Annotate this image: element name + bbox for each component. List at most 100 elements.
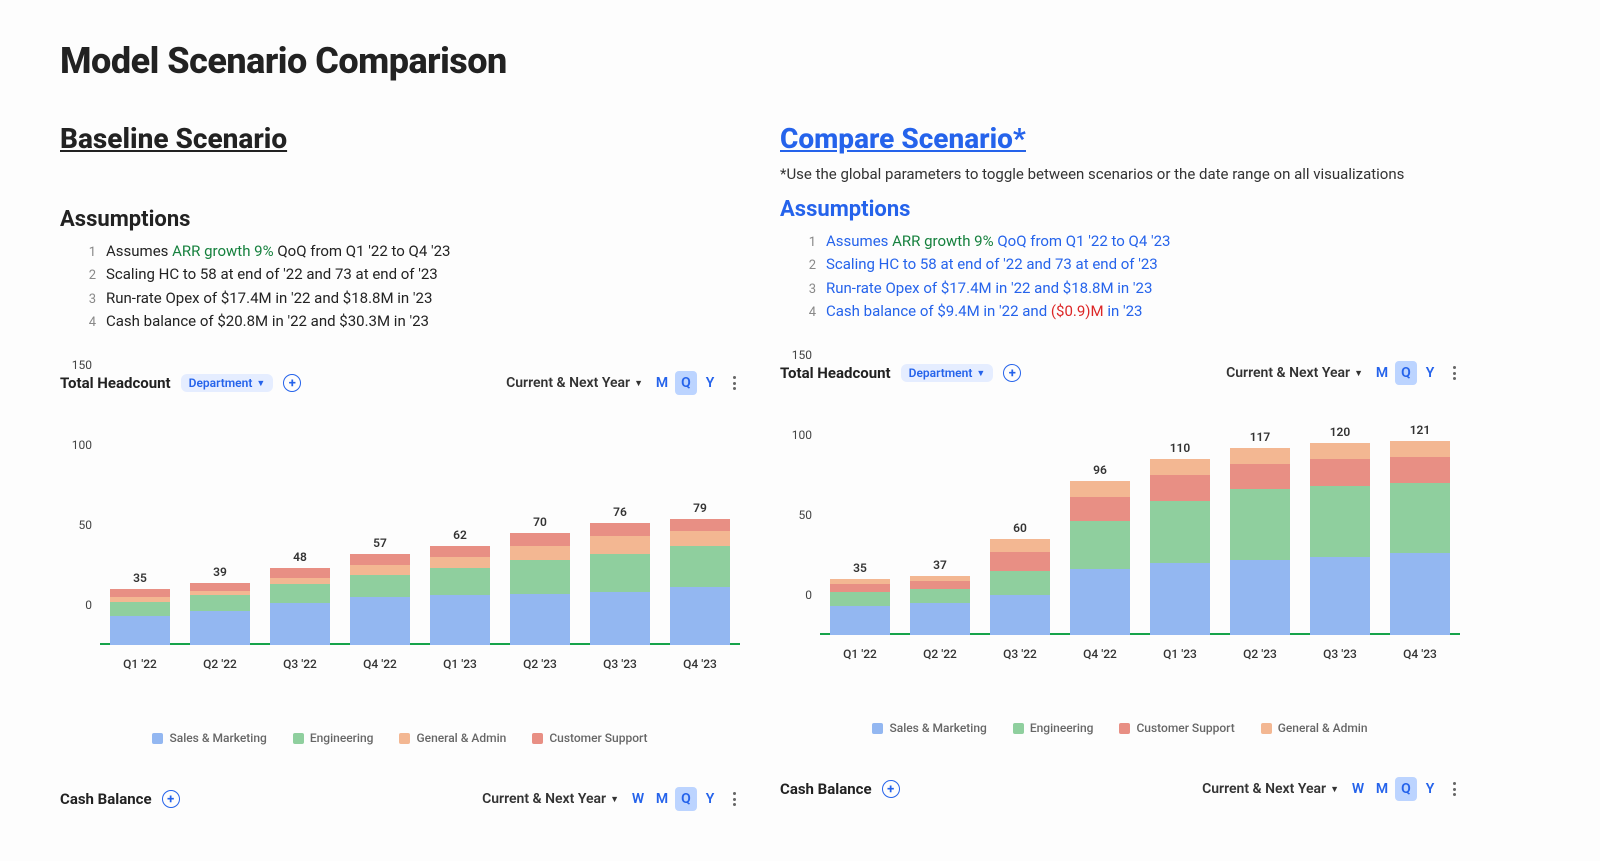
caret-down-icon: ▼ bbox=[1330, 784, 1339, 795]
legend-item-cs[interactable]: Customer Support bbox=[532, 731, 647, 745]
bar-q222[interactable]: 37 bbox=[900, 395, 980, 635]
seg-sales bbox=[1150, 563, 1210, 635]
seg-eng bbox=[1310, 486, 1370, 556]
date-range-selector[interactable]: Current & Next Year▼ bbox=[1202, 781, 1339, 797]
x-tick: Q2 '23 bbox=[500, 657, 580, 671]
date-range-selector[interactable]: Current & Next Year▼ bbox=[1226, 365, 1363, 381]
period-m[interactable]: M bbox=[651, 787, 673, 811]
seg-eng bbox=[350, 575, 410, 597]
period-m[interactable]: M bbox=[1371, 777, 1393, 801]
legend-label: General & Admin bbox=[1278, 721, 1368, 735]
seg-cs bbox=[1230, 464, 1290, 490]
bar-q123[interactable]: 62 bbox=[420, 405, 500, 645]
more-menu-icon[interactable] bbox=[1449, 362, 1460, 384]
compare-heading-link[interactable]: Compare Scenario* bbox=[780, 122, 1026, 155]
bar-q422[interactable]: 96 bbox=[1060, 395, 1140, 635]
legend-item-eng[interactable]: Engineering bbox=[293, 731, 374, 745]
legend-item-sales[interactable]: Sales & Marketing bbox=[872, 721, 986, 735]
seg-ga bbox=[1390, 441, 1450, 457]
caret-down-icon: ▼ bbox=[976, 368, 985, 379]
period-q[interactable]: Q bbox=[1395, 361, 1417, 385]
seg-eng bbox=[510, 560, 570, 594]
more-menu-icon[interactable] bbox=[1449, 778, 1460, 800]
bar-q222[interactable]: 39 bbox=[180, 405, 260, 645]
y-tick: 150 bbox=[792, 348, 812, 362]
department-pill[interactable]: Department▼ bbox=[181, 374, 274, 392]
period-m[interactable]: M bbox=[1371, 361, 1393, 385]
legend-label: Customer Support bbox=[1136, 721, 1234, 735]
assumption-item: 2Scaling HC to 58 at end of '22 and 73 a… bbox=[796, 253, 1460, 276]
y-tick: 100 bbox=[72, 438, 92, 452]
period-w[interactable]: W bbox=[627, 787, 649, 811]
period-q[interactable]: Q bbox=[675, 371, 697, 395]
bar-total-label: 37 bbox=[933, 558, 947, 572]
legend-label: General & Admin bbox=[416, 731, 506, 745]
chart-title: Total Headcount bbox=[780, 364, 891, 382]
seg-ga bbox=[1070, 481, 1130, 497]
assumption-item: 1Assumes ARR growth 9% QoQ from Q1 '22 t… bbox=[76, 240, 740, 263]
y-tick: 0 bbox=[85, 598, 92, 612]
compare-column: Compare Scenario* *Use the global parame… bbox=[780, 122, 1460, 821]
legend-item-ga[interactable]: General & Admin bbox=[1261, 721, 1368, 735]
bar-q223[interactable]: 117 bbox=[1220, 395, 1300, 635]
date-range-selector[interactable]: Current & Next Year▼ bbox=[506, 375, 643, 391]
bar-total-label: 120 bbox=[1330, 425, 1351, 439]
bar-q122[interactable]: 35 bbox=[100, 405, 180, 645]
period-q[interactable]: Q bbox=[675, 787, 697, 811]
bar-q322[interactable]: 60 bbox=[980, 395, 1060, 635]
department-pill[interactable]: Department▼ bbox=[901, 364, 994, 382]
add-button[interactable]: + bbox=[1003, 364, 1021, 382]
period-m[interactable]: M bbox=[651, 371, 673, 395]
seg-cs bbox=[110, 589, 170, 597]
baseline-headcount-chart: Total Headcount Department▼ + Current & … bbox=[60, 371, 740, 745]
period-w[interactable]: W bbox=[1347, 777, 1369, 801]
seg-cs bbox=[910, 581, 970, 589]
seg-eng bbox=[1150, 501, 1210, 563]
baseline-heading: Baseline Scenario bbox=[60, 122, 740, 155]
bar-q323[interactable]: 76 bbox=[580, 405, 660, 645]
legend-item-sales[interactable]: Sales & Marketing bbox=[152, 731, 266, 745]
seg-sales bbox=[670, 587, 730, 645]
x-tick: Q2 '22 bbox=[900, 647, 980, 661]
x-tick: Q1 '23 bbox=[420, 657, 500, 671]
bar-q423[interactable]: 79 bbox=[660, 405, 740, 645]
x-tick: Q3 '22 bbox=[980, 647, 1060, 661]
caret-down-icon: ▼ bbox=[256, 378, 265, 389]
legend-item-eng[interactable]: Engineering bbox=[1013, 721, 1094, 735]
bar-q122[interactable]: 35 bbox=[820, 395, 900, 635]
add-button[interactable]: + bbox=[162, 790, 180, 808]
date-range-selector[interactable]: Current & Next Year▼ bbox=[482, 791, 619, 807]
period-y[interactable]: Y bbox=[1419, 777, 1441, 801]
y-tick: 150 bbox=[72, 358, 92, 372]
seg-eng bbox=[430, 568, 490, 595]
x-tick: Q4 '22 bbox=[1060, 647, 1140, 661]
legend-swatch bbox=[872, 723, 883, 734]
seg-ga bbox=[590, 536, 650, 554]
legend-item-ga[interactable]: General & Admin bbox=[399, 731, 506, 745]
bar-q423[interactable]: 121 bbox=[1380, 395, 1460, 635]
legend-item-cs[interactable]: Customer Support bbox=[1119, 721, 1234, 735]
chart-title: Total Headcount bbox=[60, 374, 171, 392]
bar-total-label: 35 bbox=[133, 571, 147, 585]
bar-q323[interactable]: 120 bbox=[1300, 395, 1380, 635]
bar-q422[interactable]: 57 bbox=[340, 405, 420, 645]
seg-ga bbox=[1150, 459, 1210, 475]
period-y[interactable]: Y bbox=[1419, 361, 1441, 385]
bar-q123[interactable]: 110 bbox=[1140, 395, 1220, 635]
compare-cash-chart: Cash Balance + Current & Next Year▼ W M … bbox=[780, 777, 1460, 801]
chart-title: Cash Balance bbox=[780, 780, 872, 798]
bar-q322[interactable]: 48 bbox=[260, 405, 340, 645]
more-menu-icon[interactable] bbox=[729, 372, 740, 394]
x-tick: Q4 '23 bbox=[1380, 647, 1460, 661]
bar-q223[interactable]: 70 bbox=[500, 405, 580, 645]
more-menu-icon[interactable] bbox=[729, 788, 740, 810]
period-q[interactable]: Q bbox=[1395, 777, 1417, 801]
bar-total-label: 57 bbox=[373, 536, 387, 550]
x-tick: Q1 '23 bbox=[1140, 647, 1220, 661]
legend-swatch bbox=[1013, 723, 1024, 734]
baseline-assumptions-heading: Assumptions bbox=[60, 207, 740, 232]
add-button[interactable]: + bbox=[882, 780, 900, 798]
period-y[interactable]: Y bbox=[699, 371, 721, 395]
add-button[interactable]: + bbox=[283, 374, 301, 392]
period-y[interactable]: Y bbox=[699, 787, 721, 811]
